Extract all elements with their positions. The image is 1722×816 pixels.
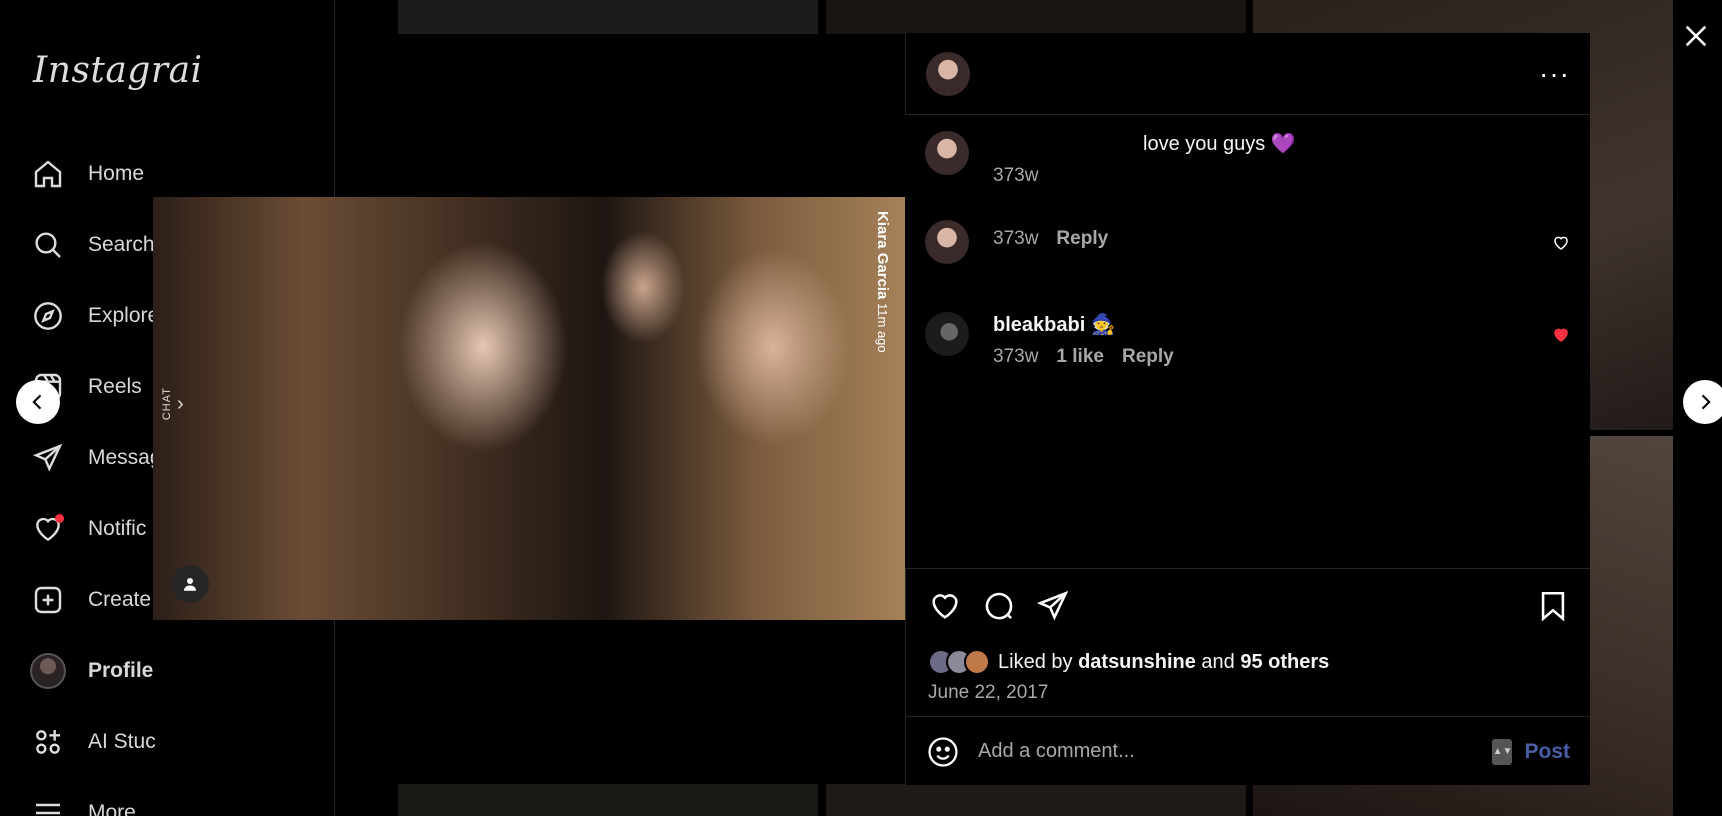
sidebar-item-profile[interactable]: Profile [30,649,153,693]
sidebar-item-ai-studio[interactable]: AI Stuc [30,720,156,764]
comment-likes-count[interactable]: 1 like [1056,346,1104,368]
avatar [30,653,66,689]
photo-overlay-text: Kiara Garcia 11m ago [873,211,891,353]
reply-button[interactable]: Reply [1122,346,1174,368]
comment-box: ▲▼ Post [906,716,1590,786]
instagram-logo[interactable]: Instagrai [33,50,203,91]
sidebar-item-label: Search [88,233,155,256]
sidebar-item-create[interactable]: Create [30,578,151,622]
comment-body: 373w Reply [993,220,1570,264]
profile-avatar-wrap [30,653,66,689]
like-comment-icon[interactable] [1552,234,1570,252]
post-comment-button[interactable]: Post [1524,740,1570,764]
grammar-extension-icon[interactable]: ▲▼ [1492,738,1513,765]
share-icon[interactable] [1036,589,1070,623]
more-options-button[interactable]: ··· [1539,58,1570,90]
comment-item: 373w Reply [925,220,1570,264]
comment-time: 373w [993,346,1039,367]
avatar[interactable] [926,51,970,96]
action-icons [928,589,1070,623]
comment-time: 373w [993,228,1039,249]
sidebar-item-label: Create [88,588,152,611]
reply-button[interactable]: Reply [1056,228,1108,250]
comment-meta: 373w 1 like Reply [993,346,1570,368]
ai-studio-icon [30,724,66,760]
comment-item: love you guys 💜 373w [925,131,1570,187]
comment-text-row: bleakbabi 🧙 [993,312,1570,338]
post-photo[interactable]: Kiara Garcia 11m ago CHAT › [153,197,905,620]
search-icon [30,227,66,263]
comment-body: bleakbabi 🧙 373w 1 like Reply [993,312,1570,368]
chevron-left-icon [32,394,42,410]
post-date: June 22, 2017 [928,682,1049,703]
sidebar-item-notifications[interactable]: Notific [30,507,146,551]
avatar[interactable] [925,131,969,175]
comment-text: love you guys 💜 [1143,133,1296,155]
comment-text-row: love you guys 💜 [993,131,1570,157]
heart-icon [30,511,66,547]
post-actions: Liked by datsunshine and 95 others June … [905,568,1590,785]
home-icon [30,156,66,192]
post-header: ··· [905,33,1590,115]
sidebar-item-label: Profile [88,659,154,682]
sidebar-item-explore[interactable]: Explore [30,294,159,338]
sidebar-item-messages[interactable]: Messag [30,436,162,480]
avatar[interactable] [925,312,969,356]
liked-by-and: and [1201,650,1235,673]
save-button[interactable] [1536,589,1570,628]
sidebar-item-more[interactable]: More [30,791,136,816]
notification-dot [55,514,64,523]
comment-meta: 373w Reply [993,228,1570,250]
comment-text: 🧙 [1090,314,1116,336]
sidebar-item-label: Reels [88,375,142,398]
liked-heart-icon[interactable] [1552,326,1570,344]
chat-tab-label: CHAT [161,387,173,421]
bookmark-icon [1541,591,1565,622]
comment-meta: 373w [993,165,1570,187]
avatar[interactable] [925,220,969,264]
comment-icon[interactable] [982,589,1016,623]
sidebar-item-label: Notific [88,517,147,540]
menu-icon [30,795,66,816]
close-icon [1685,25,1707,47]
next-post-button[interactable] [1683,380,1722,424]
likes-summary[interactable]: Liked by datsunshine and 95 others [928,649,1329,675]
liker-avatars [928,649,992,675]
like-icon[interactable] [928,589,962,623]
sidebar-item-home[interactable]: Home [30,152,144,196]
comment-username[interactable]: bleakbabi [993,314,1085,336]
comment-item: bleakbabi 🧙 373w 1 like Reply [925,312,1570,368]
chevron-right-icon [1701,394,1711,410]
user-icon [184,578,196,591]
emoji-icon[interactable] [926,735,960,769]
comment-time: 373w [993,165,1039,186]
comment-body: love you guys 💜 373w [993,131,1570,187]
chevron-right-icon: › [177,393,184,415]
photo-overlay-time: 11m ago [875,303,890,353]
liked-by-others[interactable]: 95 others [1240,651,1329,674]
photo-overlay-name: Kiara Garcia [874,211,891,300]
previous-post-button[interactable] [16,380,60,424]
sidebar-item-label: Messag [88,446,162,469]
liked-by-user[interactable]: datsunshine [1078,651,1196,674]
send-icon [30,440,66,476]
avatar [964,649,990,675]
sidebar-item-label: AI Stuc [88,730,156,753]
sidebar-item-label: Explore [88,304,160,327]
sidebar-item-search[interactable]: Search [30,223,155,267]
post-detail-panel: ··· love you guys 💜 373w 373w Reply blea… [905,33,1590,785]
sidebar-item-label: Home [88,162,145,185]
tagged-users-button[interactable] [171,565,209,603]
comment-input[interactable] [978,740,1493,763]
liked-by-prefix: Liked by [998,650,1073,673]
compass-icon [30,298,66,334]
plus-square-icon [30,582,66,618]
sidebar-item-label: More [88,801,136,816]
close-button[interactable] [1678,18,1714,54]
